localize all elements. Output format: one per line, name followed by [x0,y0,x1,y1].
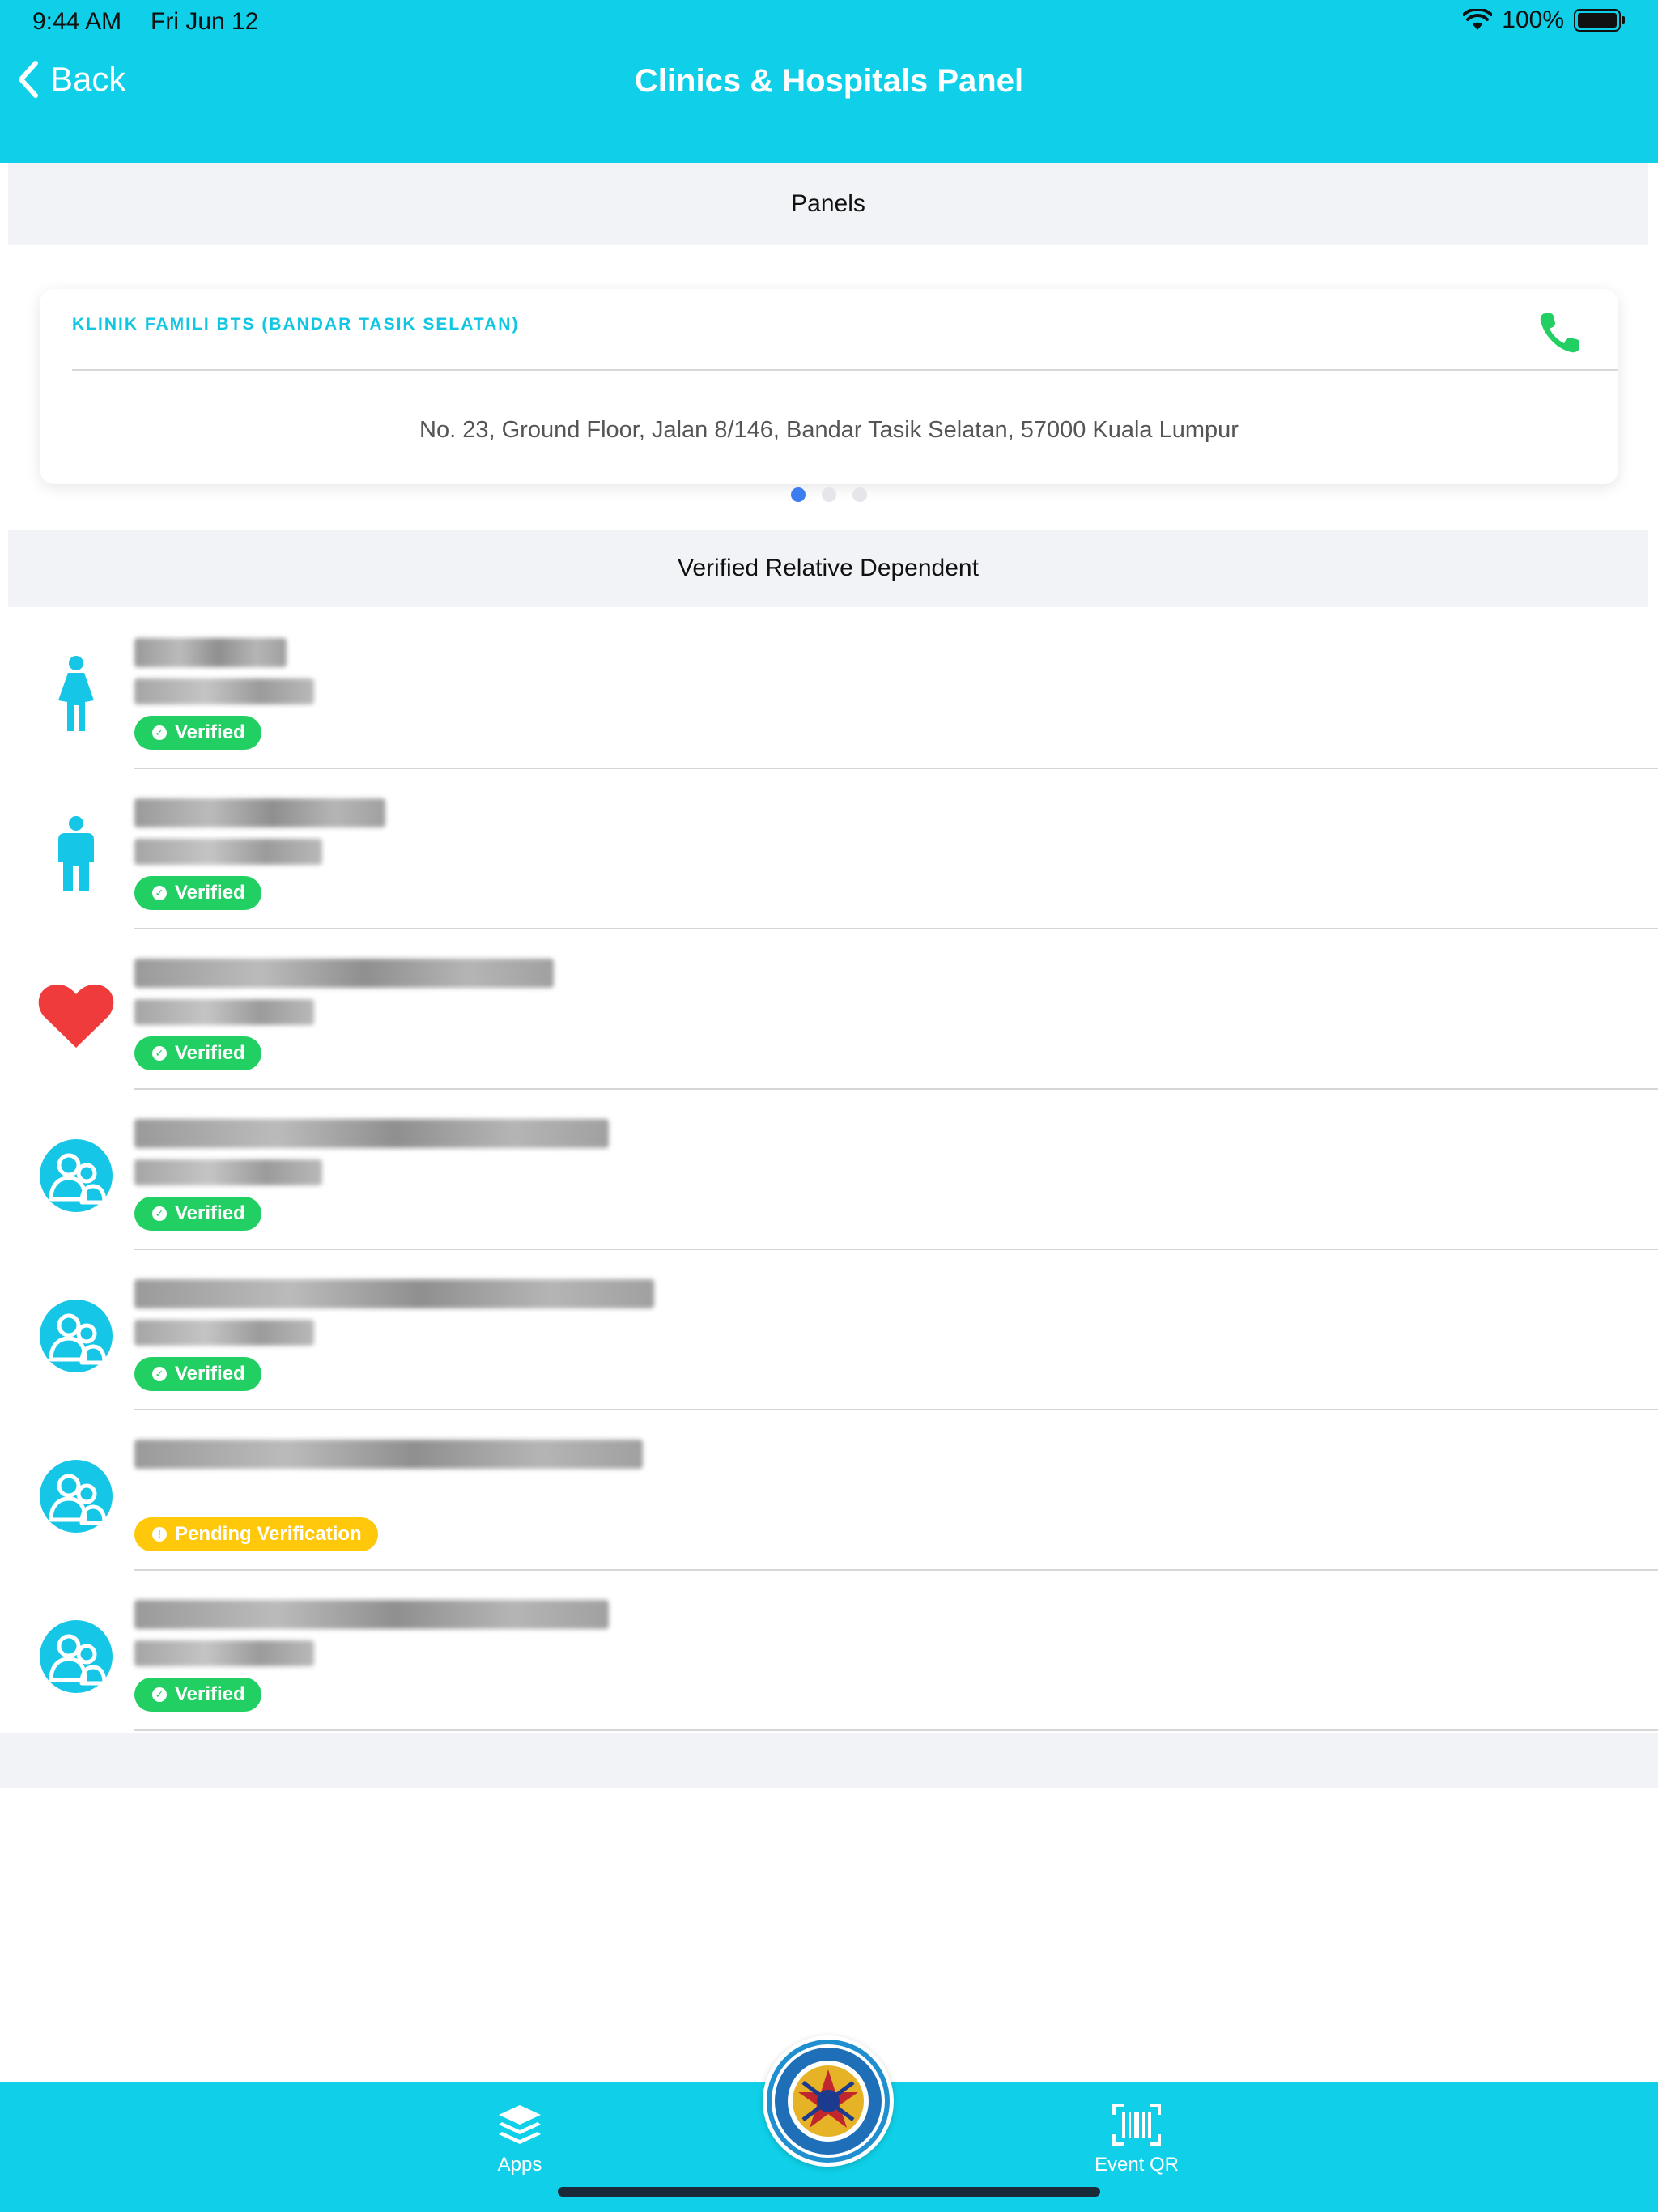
dependent-id-redacted [134,999,314,1025]
status-date: Fri Jun 12 [151,8,259,35]
battery-percentage: 100% [1502,6,1564,33]
check-icon: ✓ [152,1687,167,1702]
status-badge: ✓ Verified [134,1678,261,1712]
barcode-icon [1112,2104,1161,2146]
status-label: Verified [175,1042,245,1064]
dependent-name-redacted [134,1119,609,1148]
phone-icon [1540,313,1579,353]
navigation-bar: 9:44 AM Fri Jun 12 100% Back Clinics & H… [0,0,1658,163]
wifi-icon [1463,9,1493,30]
check-icon: ✓ [152,1046,167,1061]
clinic-panel-card[interactable]: KLINIK FAMILI BTS (BANDAR TASIK SELATAN)… [40,289,1618,484]
status-time: 9:44 AM [32,8,122,35]
status-indicators: 100% [1463,6,1626,34]
heart-icon [37,976,115,1054]
dependent-id-redacted [134,839,322,865]
status-badge: ✓ Verified [134,1197,261,1231]
university-crest-icon [767,2040,890,2163]
status-badge: ✓ Verified [134,876,261,910]
family-icon [37,1618,115,1695]
dependent-row[interactable]: ✓ Verified [0,609,1658,769]
dependent-name-redacted [134,959,554,988]
layers-icon [499,2105,541,2144]
tab-event-qr-label: Event QR [1094,2154,1180,2176]
dependents-section-header: Verified Relative Dependent [8,530,1648,607]
dependent-id-redacted [134,1320,314,1346]
dependent-name-redacted [134,638,287,667]
family-icon [37,1137,115,1214]
panels-section-header: Panels [8,163,1648,245]
dependent-id-redacted [134,678,314,704]
male-icon [37,816,115,894]
info-icon: ! [152,1527,167,1542]
page-indicator[interactable] [0,487,1658,502]
row-divider [134,1729,1658,1731]
page-title: Clinics & Hospitals Panel [634,63,1024,99]
dependent-row[interactable]: ✓ Verified [0,769,1658,929]
card-divider [72,369,1618,371]
status-label: Verified [175,721,245,743]
dependent-row[interactable]: ✓ Verified [0,1250,1658,1410]
clinic-address: No. 23, Ground Floor, Jalan 8/146, Banda… [419,417,1239,443]
dependent-name-redacted [134,1600,609,1629]
tab-event-qr[interactable]: Event QR [1072,2102,1201,2176]
status-label: Pending Verification [175,1523,362,1545]
call-button[interactable] [1534,307,1586,359]
status-label: Verified [175,1363,245,1385]
dependents-list: ✓ Verified ✓ Verified ✓ Verified ✓ Verif… [0,609,1658,1731]
dependent-row[interactable]: ! Pending Verification [0,1410,1658,1571]
battery-icon [1574,9,1625,32]
home-indicator[interactable] [558,2187,1100,2197]
status-badge: ✓ Verified [134,1357,261,1391]
check-icon: ✓ [152,1367,167,1381]
page-dot-3[interactable] [852,487,867,502]
tab-apps[interactable]: Apps [455,2102,585,2176]
page-dot-1[interactable] [791,487,806,502]
dependent-row[interactable]: ✓ Verified [0,929,1658,1090]
university-logo-button[interactable] [763,2035,894,2167]
status-badge: ✓ Verified [134,716,261,750]
check-icon: ✓ [152,886,167,900]
dependent-id-redacted [134,1640,314,1666]
status-label: Verified [175,1683,245,1705]
status-badge: ! Pending Verification [134,1517,378,1551]
dependent-name-redacted [134,1279,654,1308]
check-icon: ✓ [152,725,167,740]
clinic-name: KLINIK FAMILI BTS (BANDAR TASIK SELATAN) [72,315,520,334]
female-icon [37,656,115,734]
status-label: Verified [175,1202,245,1224]
status-badge: ✓ Verified [134,1036,261,1070]
dependent-id-redacted [134,1159,322,1185]
dependent-row[interactable]: ✓ Verified [0,1090,1658,1250]
tab-apps-label: Apps [497,2154,542,2176]
status-label: Verified [175,882,245,904]
page-dot-2[interactable] [822,487,836,502]
family-icon [37,1457,115,1535]
list-footer [0,1733,1658,1788]
dependent-row[interactable]: ✓ Verified [0,1571,1658,1731]
dependent-name-redacted [134,798,385,827]
family-icon [37,1297,115,1375]
check-icon: ✓ [152,1206,167,1221]
dependent-name-redacted [134,1440,643,1469]
